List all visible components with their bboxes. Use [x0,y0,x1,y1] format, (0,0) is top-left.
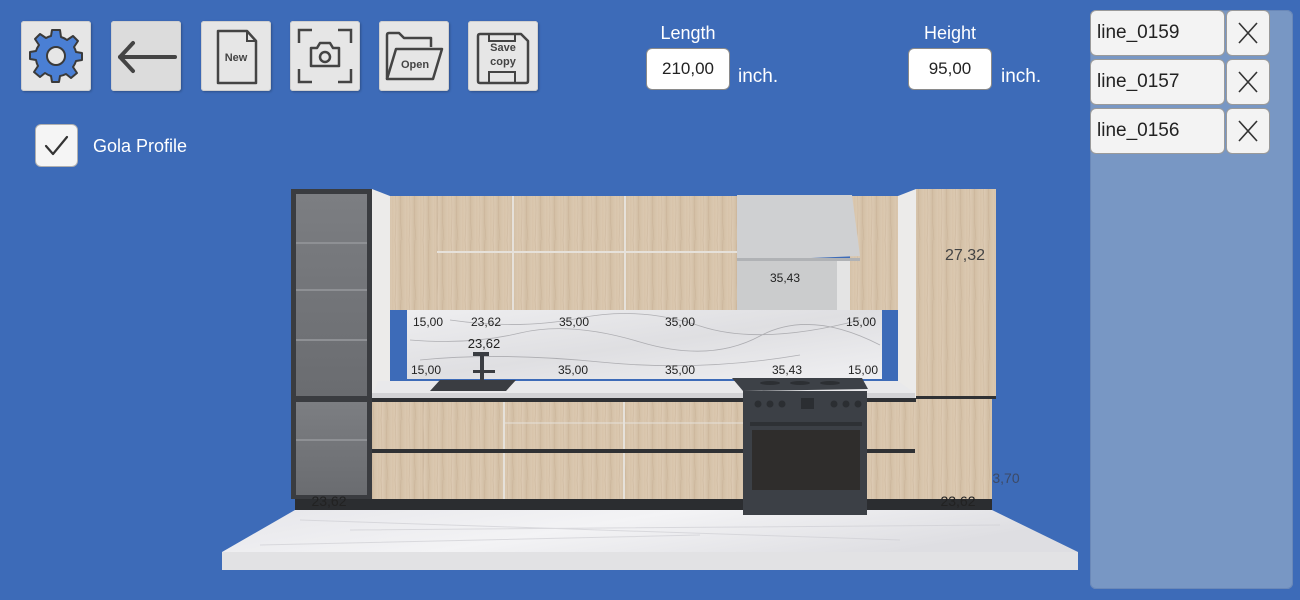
dim-lower-right: 15,00 [848,363,878,377]
dim-plinth: 3,70 [992,470,1019,486]
dim-stove: 35,43 [772,363,802,377]
dim-lower-left: 15,00 [411,363,441,377]
dim-upper-right: 15,00 [846,315,876,329]
base-cabinets [295,398,992,510]
tall-right-cabinet [916,189,996,396]
kitchen-3d-view[interactable]: 15,00 23,62 35,00 35,00 35,43 15,00 23,6… [0,0,1300,600]
dim-tall-right: 27,32 [945,247,985,264]
stove [732,378,868,515]
dim-sink: 23,62 [468,336,501,351]
dim-lower-35b: 35,00 [665,363,695,377]
dim-fridge: 23,62 [311,493,346,509]
floor-slab [222,510,1078,570]
dim-tall-right-base: 23,62 [940,493,975,509]
dim-upper-35a: 35,00 [559,315,589,329]
dim-upper-left: 15,00 [413,315,443,329]
glass-tall-cabinet [291,189,372,499]
dim-upper-sink: 23,62 [471,315,501,329]
dim-upper-35b: 35,00 [665,315,695,329]
dim-hood: 35,43 [770,271,800,285]
tall-right-lower-door [916,399,992,499]
dim-lower-35a: 35,00 [558,363,588,377]
range-hood [737,195,860,310]
